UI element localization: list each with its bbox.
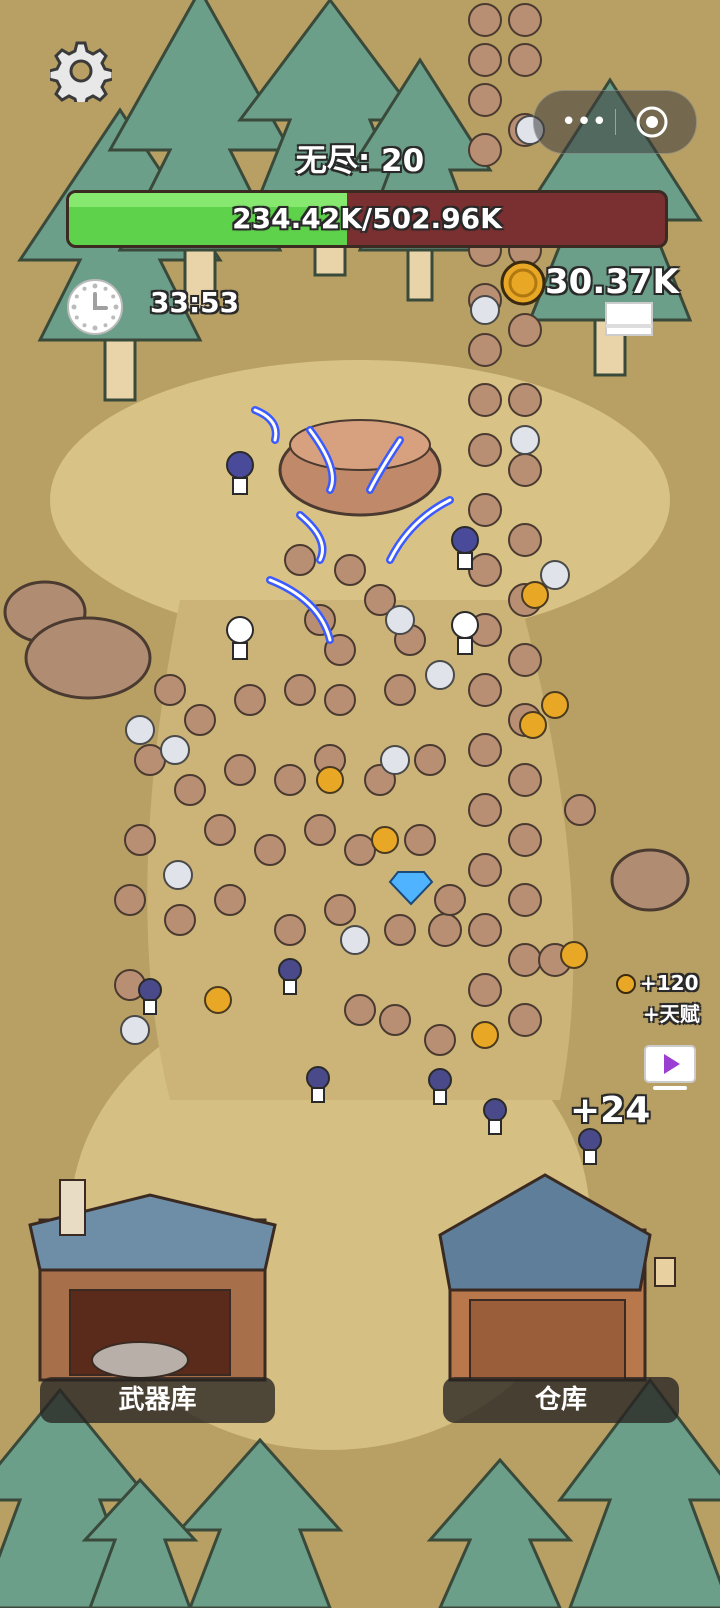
- boss-hp-text: 234.42K/502.96K: [232, 202, 502, 235]
- coin-count: 30.37K: [545, 262, 679, 302]
- reward-talent-text: +天赋: [643, 1002, 700, 1026]
- coin-icon: [616, 974, 636, 994]
- rock: [610, 848, 690, 912]
- reward-coins-text: +120: [640, 971, 699, 995]
- coin-icon: [500, 260, 546, 306]
- timer-text: 33:53: [150, 286, 240, 319]
- floating-gain-text: +24: [570, 1090, 651, 1131]
- mode-level-label: 无尽: 20: [295, 143, 425, 179]
- rock: [24, 616, 152, 700]
- clock-icon: [67, 279, 123, 335]
- target-icon[interactable]: [635, 105, 669, 139]
- gear-icon[interactable]: [50, 40, 112, 102]
- armory-button[interactable]: 武器库: [40, 1377, 275, 1423]
- document-icon[interactable]: [603, 300, 655, 338]
- capsule-divider: [615, 109, 616, 135]
- video-play-icon[interactable]: [643, 1044, 697, 1092]
- warehouse-button[interactable]: 仓库: [443, 1377, 679, 1423]
- boss-hp-bar: 234.42K/502.96K: [66, 190, 668, 248]
